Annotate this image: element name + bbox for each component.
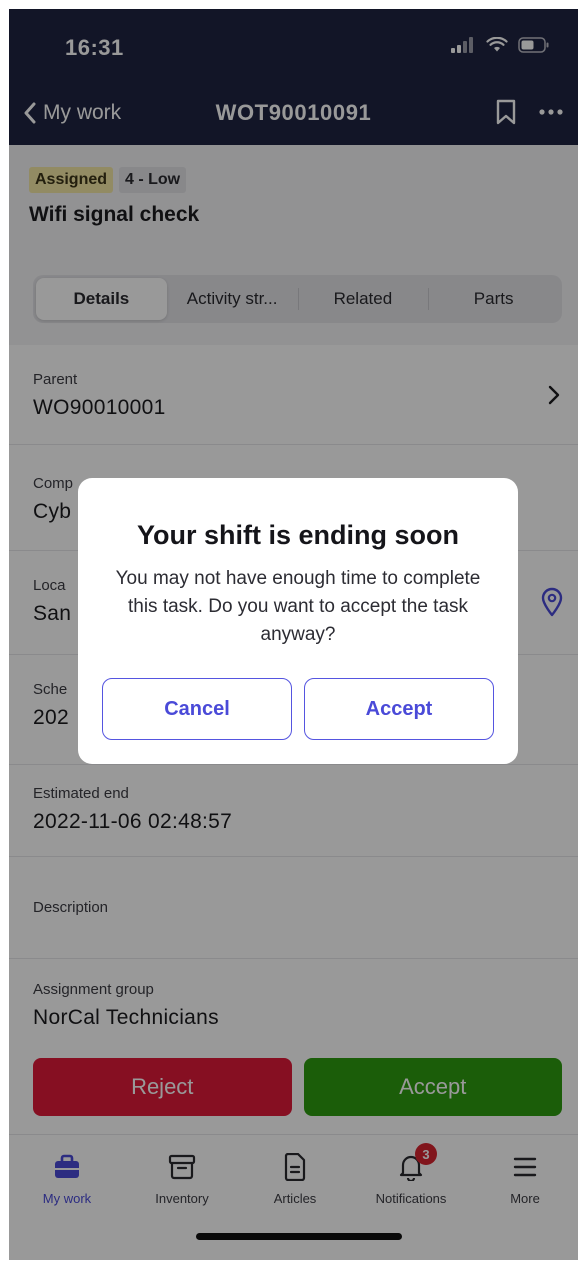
shift-ending-dialog: Your shift is ending soon You may not ha… [78, 478, 518, 764]
dialog-title: Your shift is ending soon [137, 520, 459, 550]
dialog-accept-button[interactable]: Accept [304, 678, 494, 740]
dialog-buttons: Cancel Accept [102, 678, 494, 740]
dialog-cancel-button[interactable]: Cancel [102, 678, 292, 740]
app-screen: 16:31 My work WOT90010091 Assigned 4 - L… [9, 9, 578, 1260]
dialog-message: You may not have enough time to complete… [115, 568, 481, 645]
